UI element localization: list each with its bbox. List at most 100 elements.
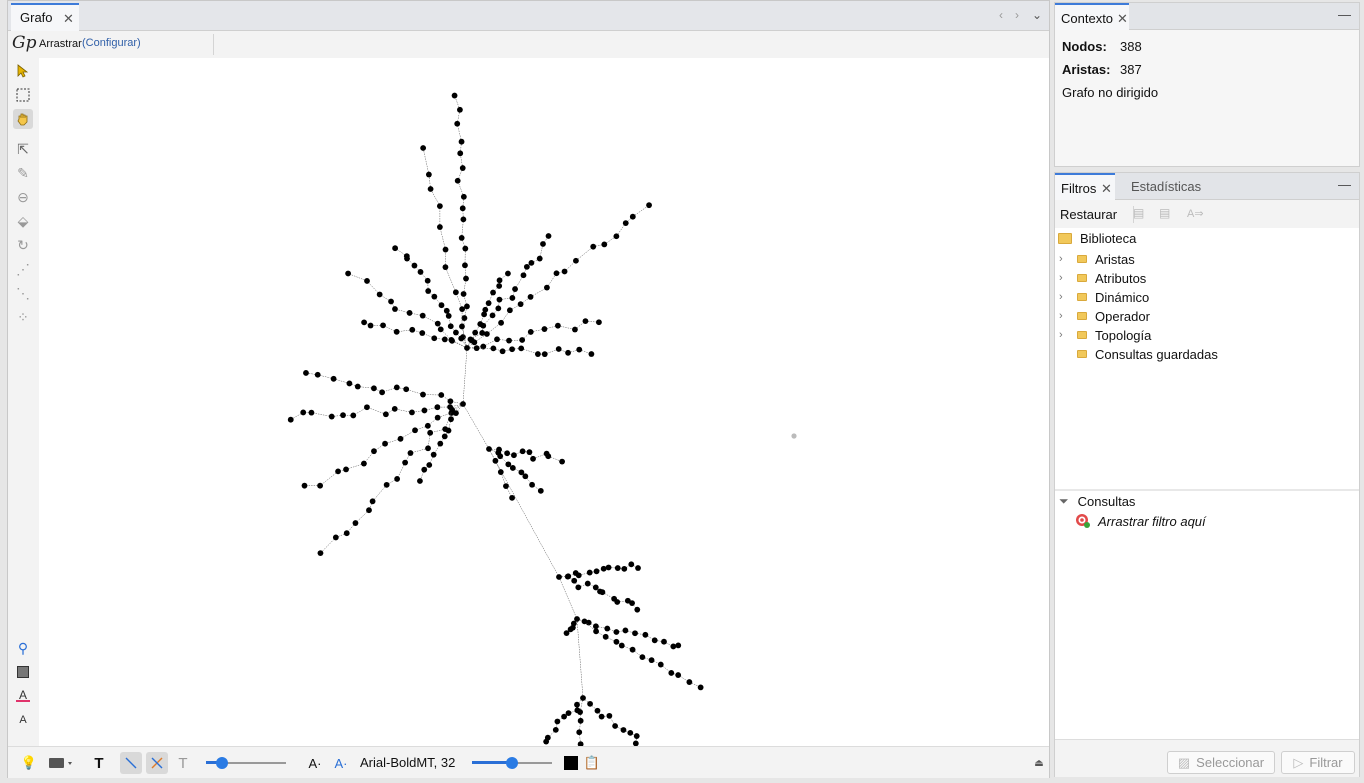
graph-node[interactable] xyxy=(485,300,492,307)
graph-node[interactable] xyxy=(382,440,388,447)
graph-node[interactable] xyxy=(407,450,414,456)
graph-node[interactable] xyxy=(629,646,636,653)
font-size-slider[interactable] xyxy=(470,747,554,777)
graph-node[interactable] xyxy=(574,616,580,622)
graph-node[interactable] xyxy=(537,487,544,494)
show-edges-icon[interactable] xyxy=(120,752,142,774)
drag-hand-icon[interactable] xyxy=(13,109,33,129)
graph-node[interactable] xyxy=(479,330,486,336)
graph-node[interactable] xyxy=(565,349,571,356)
graph-node[interactable] xyxy=(497,469,504,475)
graph-node[interactable] xyxy=(588,351,595,357)
graph-node[interactable] xyxy=(600,565,607,572)
graph-node[interactable] xyxy=(494,336,500,343)
library-root[interactable]: Biblioteca xyxy=(1058,231,1136,246)
graph-node[interactable] xyxy=(354,383,361,390)
graph-node[interactable] xyxy=(468,337,475,344)
graph-node[interactable] xyxy=(511,452,517,459)
graph-node[interactable] xyxy=(461,315,468,321)
graph-node[interactable] xyxy=(352,520,359,526)
graph-node[interactable] xyxy=(434,320,441,327)
graph-node[interactable] xyxy=(646,202,652,209)
graph-node[interactable] xyxy=(540,241,546,247)
graph-node[interactable] xyxy=(438,302,445,309)
graph-node[interactable] xyxy=(459,306,466,313)
graph-node[interactable] xyxy=(554,718,561,725)
graph-node[interactable] xyxy=(438,392,445,398)
graph-node[interactable] xyxy=(523,263,530,270)
graph-node[interactable] xyxy=(402,459,409,466)
graph-node[interactable] xyxy=(449,337,455,344)
graph-node[interactable] xyxy=(419,312,426,319)
graph-node[interactable] xyxy=(496,283,503,289)
graph-node[interactable] xyxy=(575,572,582,579)
graph-node[interactable] xyxy=(330,375,337,382)
edge-labels-icon[interactable]: T xyxy=(174,752,192,774)
graph-node[interactable] xyxy=(443,307,450,314)
graph-node[interactable] xyxy=(425,288,432,294)
graph-node[interactable] xyxy=(599,589,606,596)
graph-node[interactable] xyxy=(527,329,534,335)
graph-node[interactable] xyxy=(545,453,552,460)
graph-node[interactable] xyxy=(495,305,502,312)
graph-node[interactable] xyxy=(530,455,536,462)
graph-node[interactable] xyxy=(614,599,621,605)
graph-node[interactable] xyxy=(436,224,443,230)
graph-node[interactable] xyxy=(367,322,374,329)
font-size-icon[interactable]: A· xyxy=(306,752,324,774)
graph-node[interactable] xyxy=(506,307,513,314)
graph-node[interactable] xyxy=(634,606,641,613)
tab-graph[interactable]: Grafo ✕ xyxy=(11,3,79,31)
graph-node[interactable] xyxy=(505,270,511,277)
graph-node[interactable] xyxy=(409,326,416,333)
graph-node[interactable] xyxy=(604,625,611,632)
graph-node[interactable] xyxy=(300,409,307,416)
import-icon[interactable]: ▤ xyxy=(1159,206,1170,220)
graph-node[interactable] xyxy=(452,289,459,296)
graph-node[interactable] xyxy=(545,233,552,239)
graph-node[interactable] xyxy=(509,465,516,471)
graph-node[interactable] xyxy=(497,453,504,460)
minimize-icon[interactable]: — xyxy=(1338,7,1351,22)
graph-node[interactable] xyxy=(424,277,431,284)
minimize-icon[interactable]: — xyxy=(1338,177,1351,192)
tab-context[interactable]: Contexto ✕ xyxy=(1055,3,1129,30)
graph-node[interactable] xyxy=(496,296,503,303)
graph-node[interactable] xyxy=(445,313,452,319)
graph-node[interactable] xyxy=(392,306,398,312)
graph-node[interactable] xyxy=(509,295,516,301)
graph-canvas[interactable] xyxy=(39,58,1049,746)
graph-node[interactable] xyxy=(462,245,469,252)
graph-node[interactable] xyxy=(442,264,449,271)
chevron-right-icon[interactable]: › xyxy=(1059,272,1063,284)
graph-node[interactable] xyxy=(571,577,578,584)
graph-node[interactable] xyxy=(371,448,377,455)
graph-node[interactable] xyxy=(518,345,525,352)
chevron-right-icon[interactable]: › xyxy=(1059,253,1063,265)
graph-node[interactable] xyxy=(577,709,583,715)
font-label[interactable]: Arial-BoldMT, 32 xyxy=(360,755,455,770)
tab-statistics[interactable]: Estadísticas xyxy=(1125,173,1225,200)
graph-node[interactable] xyxy=(346,380,353,387)
graph-node[interactable] xyxy=(670,643,677,650)
graph-node[interactable] xyxy=(419,330,426,336)
graph-node[interactable] xyxy=(460,291,467,297)
graph-node[interactable] xyxy=(369,498,376,505)
graph-node[interactable] xyxy=(661,638,667,645)
graph-node[interactable] xyxy=(592,623,599,630)
graph-node[interactable] xyxy=(606,712,613,719)
graph-node[interactable] xyxy=(520,272,527,279)
graph-node[interactable] xyxy=(394,476,401,482)
graph-node[interactable] xyxy=(509,346,515,353)
graph-node[interactable] xyxy=(482,306,489,313)
edge-color-icon[interactable] xyxy=(146,752,168,774)
attributes-icon[interactable]: 📋 xyxy=(583,752,601,774)
graph-node[interactable] xyxy=(697,684,704,691)
graph-node[interactable] xyxy=(417,478,423,484)
graph-node[interactable] xyxy=(541,351,548,358)
graph-node[interactable] xyxy=(629,213,636,220)
select-button[interactable]: ▨ Seleccionar xyxy=(1167,751,1275,774)
graph-node[interactable] xyxy=(596,319,602,326)
graph-node[interactable] xyxy=(427,186,434,192)
graph-node[interactable] xyxy=(598,713,605,720)
